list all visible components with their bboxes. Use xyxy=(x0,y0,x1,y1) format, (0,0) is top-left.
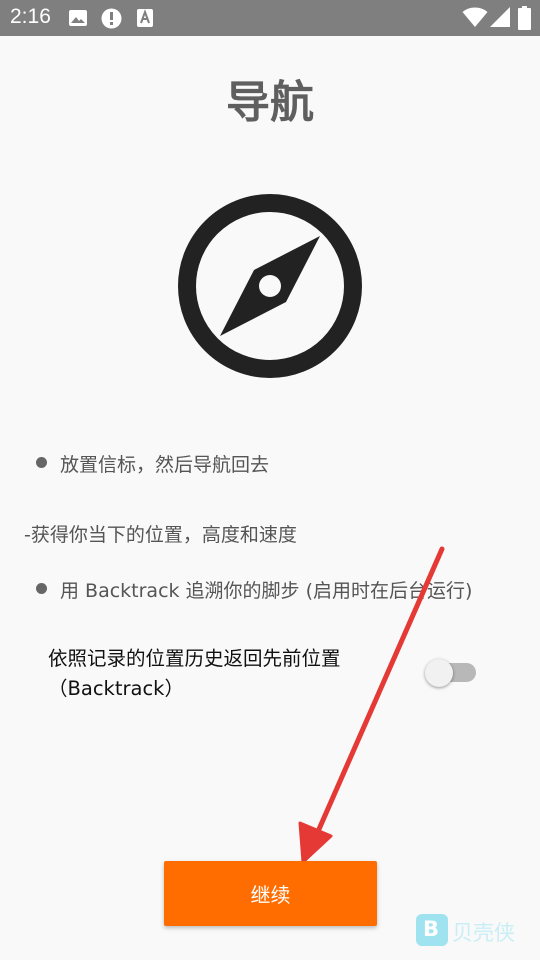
backtrack-toggle-label-line2: （Backtrack） xyxy=(48,677,184,700)
toggle-thumb xyxy=(425,659,453,687)
arrow-annotation xyxy=(298,546,445,864)
font-icon xyxy=(137,9,153,27)
alert-icon xyxy=(101,8,122,29)
status-time: 2:16 xyxy=(10,5,51,28)
feature-location-text: -获得你当下的位置，高度和速度 xyxy=(24,524,297,546)
battery-icon xyxy=(518,6,531,30)
watermark-logo-letter: B xyxy=(423,917,440,941)
feature-backtrack-text: 用 Backtrack 追溯你的脚步 (启用时在后台运行) xyxy=(60,580,473,602)
watermark-logo: B xyxy=(416,914,448,946)
page-title: 导航 xyxy=(226,77,314,128)
bullet-dot xyxy=(36,457,47,468)
bullet-dot xyxy=(36,583,47,594)
backtrack-toggle-label: 依照记录的位置历史返回先前位置 （Backtrack） xyxy=(48,644,341,704)
image-icon xyxy=(69,10,87,26)
watermark: B 贝壳侠 xyxy=(414,912,540,948)
backtrack-toggle-switch[interactable] xyxy=(425,656,477,688)
watermark-text: 贝壳侠 xyxy=(452,921,515,945)
compass-icon xyxy=(178,194,362,378)
status-bar: 2:16 xyxy=(0,0,540,36)
backtrack-toggle-label-line1: 依照记录的位置历史返回先前位置 xyxy=(48,647,341,670)
continue-button[interactable]: 继续 xyxy=(164,861,377,926)
feature-beacon-text: 放置信标，然后导航回去 xyxy=(60,454,270,476)
signal-icon xyxy=(490,7,510,27)
wifi-icon xyxy=(462,7,488,27)
